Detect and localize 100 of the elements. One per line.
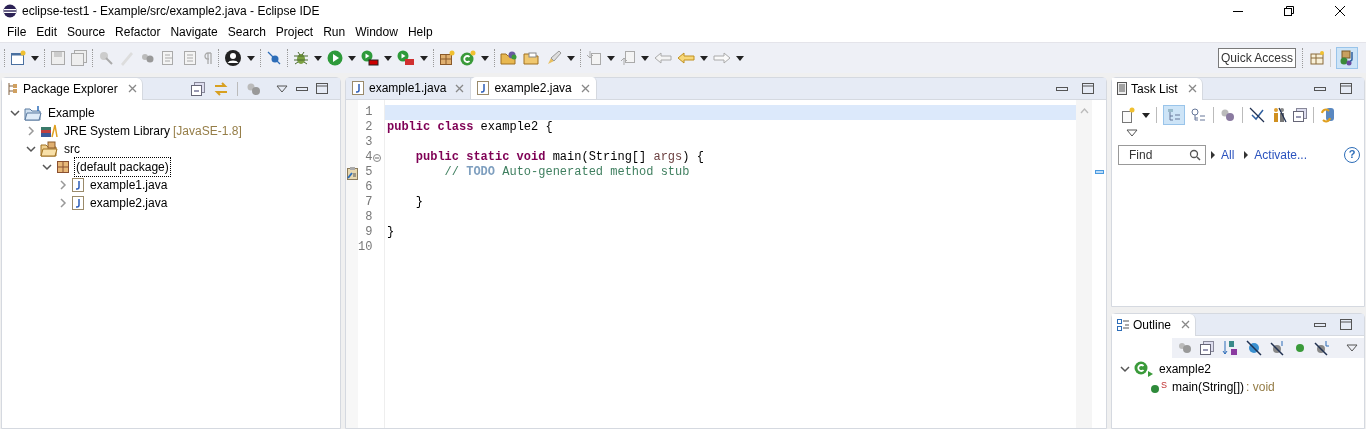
task-marker-icon[interactable] — [346, 165, 358, 180]
filter-icon[interactable] — [1220, 108, 1236, 122]
menu-item[interactable]: Window — [350, 23, 403, 41]
hide-static-icon[interactable] — [1270, 340, 1286, 356]
collapse-all-icon[interactable] — [191, 81, 205, 96]
run-icon[interactable] — [327, 50, 343, 66]
triangle-icon — [1244, 151, 1249, 159]
editor-tab[interactable]: example1.java — [346, 77, 472, 99]
triangle-icon — [1211, 151, 1215, 159]
menu-item[interactable]: Source — [62, 23, 111, 41]
caret-icon[interactable] — [1142, 112, 1150, 118]
public-member-icon[interactable] — [1294, 342, 1306, 354]
new-class-icon[interactable] — [460, 50, 476, 66]
minimize-icon[interactable] — [1056, 84, 1068, 93]
minimize-icon[interactable] — [1314, 320, 1326, 329]
menu-item[interactable]: Project — [270, 23, 319, 41]
chevron-down-icon[interactable] — [1120, 364, 1130, 374]
maximize-icon[interactable] — [1340, 83, 1352, 94]
scheduled-icon[interactable] — [1191, 108, 1207, 122]
java-file-icon — [72, 196, 84, 210]
java-file-icon — [477, 81, 490, 95]
new-task-icon[interactable] — [1120, 107, 1136, 123]
chevron-right-icon[interactable] — [26, 126, 36, 136]
view-menu-icon[interactable] — [276, 84, 288, 93]
line-number: 2 — [365, 120, 373, 135]
package-icon — [56, 160, 70, 174]
caret-icon[interactable] — [607, 55, 615, 61]
sync-icon[interactable] — [1320, 107, 1336, 123]
tree-item[interactable]: main(String[]) — [1171, 378, 1246, 396]
chevron-right-icon[interactable] — [58, 180, 68, 190]
restore-icon[interactable] — [1284, 6, 1294, 16]
quick-access-field[interactable]: Quick Access — [1218, 48, 1296, 68]
new-file-icon[interactable] — [10, 50, 26, 66]
minimize-icon[interactable] — [1314, 84, 1326, 93]
new-package-icon[interactable] — [439, 50, 455, 66]
hide-local-types-icon[interactable] — [1314, 340, 1330, 356]
java-file-icon — [352, 81, 364, 95]
chevron-down-icon[interactable] — [10, 108, 20, 118]
minimize-icon[interactable] — [296, 84, 308, 93]
menu-item[interactable]: Edit — [31, 23, 63, 41]
link[interactable]: Activate... — [1254, 146, 1308, 164]
return-type: : void — [1246, 379, 1275, 396]
tree-item[interactable]: JRE System Library — [62, 121, 173, 141]
chevron-right-icon[interactable] — [58, 198, 68, 208]
collapse-all-icon[interactable] — [1293, 108, 1307, 122]
maximize-icon[interactable] — [316, 83, 328, 94]
maximize-icon[interactable] — [1082, 83, 1094, 94]
link[interactable]: All — [1221, 146, 1235, 164]
caret-icon[interactable] — [481, 55, 489, 61]
breakpoint-off-icon[interactable] — [266, 50, 282, 66]
editor-tab[interactable]: example2.java — [471, 77, 597, 99]
collapse-all-icon[interactable] — [1200, 341, 1214, 355]
caret-icon[interactable] — [641, 55, 649, 61]
chevron-down-icon[interactable] — [42, 162, 52, 172]
menu-item[interactable]: Help — [402, 23, 438, 41]
menu-item[interactable]: Navigate — [165, 23, 223, 41]
caret-icon[interactable] — [700, 55, 708, 61]
caret-icon[interactable] — [420, 55, 428, 61]
menu-item[interactable]: Search — [222, 23, 271, 41]
code-line: } — [414, 195, 424, 210]
folder-icon[interactable] — [523, 50, 541, 66]
maximize-icon[interactable] — [1340, 319, 1352, 330]
static-marker: S — [1161, 379, 1167, 392]
line-number: 6 — [365, 180, 373, 195]
view-menu-icon[interactable] — [1126, 129, 1138, 137]
java-perspective-button[interactable] — [1336, 47, 1358, 69]
window-title: eclipse-test1 - Example/src/example2.java - Eclipse IDE — [22, 3, 320, 20]
tree-item[interactable]: src — [62, 139, 82, 159]
caret-icon[interactable] — [567, 55, 575, 61]
fold-icon[interactable] — [373, 153, 382, 162]
people-icon[interactable] — [1271, 107, 1287, 123]
caret-icon[interactable] — [247, 55, 255, 61]
caret-icon[interactable] — [31, 55, 39, 61]
code-line: // TODO Auto-generated method stub — [443, 165, 691, 180]
tree-item[interactable]: example1.java — [88, 175, 170, 195]
menu-item[interactable]: Run — [318, 23, 351, 41]
menu-item[interactable]: File — [2, 23, 32, 41]
tree-item[interactable]: example2.java — [88, 193, 170, 213]
view-menu-icon[interactable] — [1346, 344, 1358, 352]
hide-completed-icon[interactable] — [1249, 107, 1265, 123]
hide-fields-icon[interactable] — [1246, 340, 1262, 356]
caret-icon[interactable] — [384, 55, 392, 61]
perspective-icon[interactable] — [1309, 50, 1325, 66]
close-icon[interactable] — [1335, 6, 1345, 16]
tree-item[interactable]: example2 — [1158, 360, 1213, 378]
chevron-down-icon[interactable] — [26, 144, 36, 154]
line-number: 7 — [365, 195, 373, 210]
tree-item[interactable]: (default package) — [74, 157, 171, 177]
caret-icon[interactable] — [314, 55, 322, 61]
caret-icon[interactable] — [348, 55, 356, 61]
tree-item[interactable]: Example — [46, 103, 97, 123]
menu-item[interactable]: Refactor — [110, 23, 166, 41]
find-field[interactable]: Find — [1118, 145, 1206, 165]
bug-icon[interactable] — [293, 50, 309, 66]
caret-icon[interactable] — [736, 55, 744, 61]
line-number: 8 — [365, 210, 373, 225]
sort-icon[interactable] — [1222, 340, 1238, 356]
open-folder-icon[interactable] — [500, 50, 518, 66]
user-icon[interactable] — [224, 49, 242, 67]
overview-marker[interactable] — [1094, 170, 1104, 174]
